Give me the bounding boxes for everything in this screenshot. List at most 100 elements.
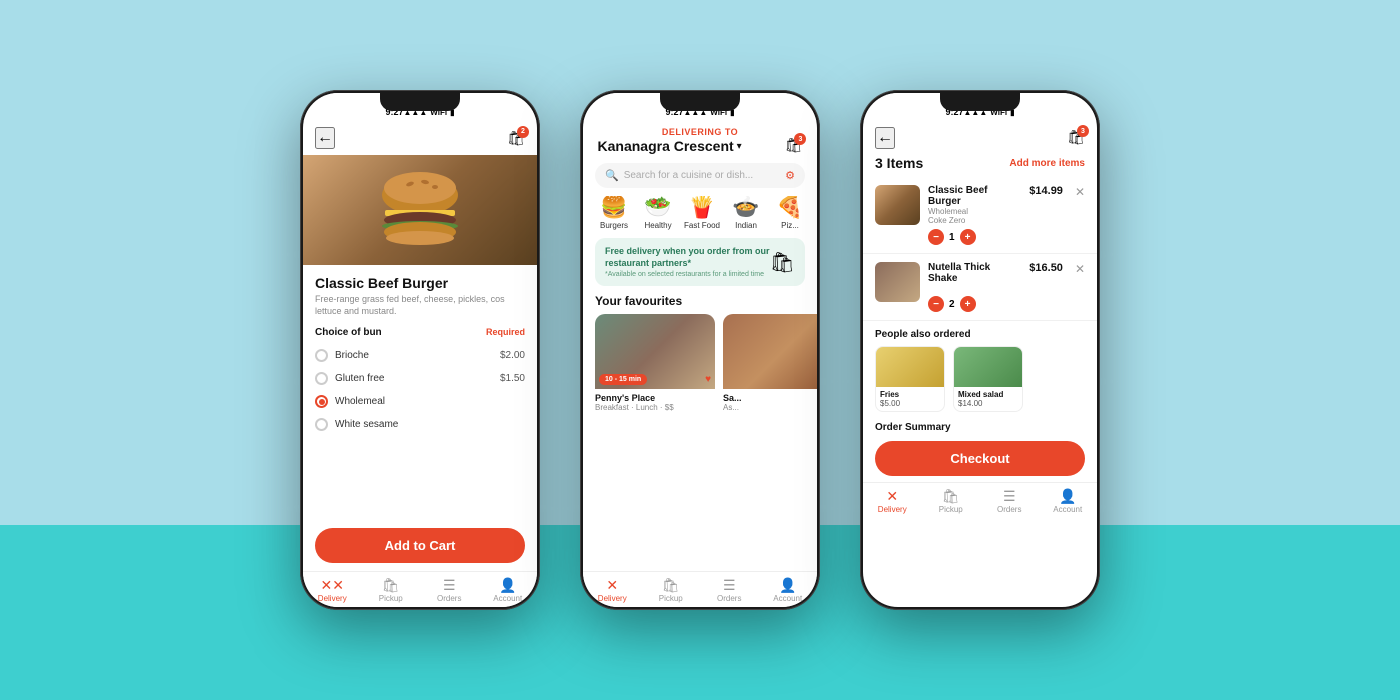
also-ordered-title: People also ordered [875, 329, 1085, 340]
search-icon: 🔍 [605, 169, 619, 182]
radio-brioche[interactable] [315, 349, 328, 362]
search-input[interactable]: Search for a cuisine or dish... [624, 170, 785, 181]
category-pizza[interactable]: 🍕 Piz... [771, 196, 809, 230]
nav-delivery-1[interactable]: ✕✕ Delivery [303, 578, 362, 603]
option-sesame[interactable]: White sesame [315, 413, 525, 436]
nav-orders-1[interactable]: ☰ Orders [420, 578, 479, 603]
burgers-label: Burgers [600, 221, 628, 230]
option-wholemeal[interactable]: Wholemeal [315, 390, 525, 413]
nav-pickup-2[interactable]: 🛍 Pickup [642, 578, 701, 603]
nav-delivery-2[interactable]: ✕ Delivery [583, 578, 642, 603]
item-name-1: Classic Beef Burger [315, 275, 525, 291]
cart-item-sub-1a: Wholemeal [928, 207, 1021, 216]
item-desc-1: Free-range grass fed beef, cheese, pickl… [315, 294, 525, 317]
search-bar[interactable]: 🔍 Search for a cuisine or dish... ⚙ [595, 163, 805, 188]
restaurant-image-2 [723, 314, 817, 389]
increase-btn-2[interactable]: + [960, 296, 976, 312]
increase-btn-1[interactable]: + [960, 229, 976, 245]
cart-item-name-1: Classic Beef Burger [928, 185, 1021, 207]
qty-2: 2 [949, 299, 955, 310]
nav-delivery-3[interactable]: ✕ Delivery [863, 489, 922, 514]
account-icon-3: 👤 [1059, 489, 1076, 503]
pizza-icon: 🍕 [776, 196, 803, 218]
cart-badge-3: 3 [1077, 125, 1089, 137]
option-price-brioche: $2.00 [500, 350, 525, 361]
nav-pickup-3[interactable]: 🛍 Pickup [922, 489, 981, 514]
nav-delivery-label-2: Delivery [598, 594, 627, 603]
nav-account-1[interactable]: 👤 Account [479, 578, 538, 603]
cart-item-price-2: $16.50 [1029, 262, 1063, 274]
radio-sesame[interactable] [315, 418, 328, 431]
radio-gluten[interactable] [315, 372, 328, 385]
back-button-3[interactable]: ← [875, 127, 895, 149]
delivery-icon-3: ✕ [886, 489, 898, 503]
option-label-sesame: White sesame [335, 419, 398, 430]
orders-icon-3: ☰ [1003, 489, 1016, 503]
nav-pickup-label-2: Pickup [659, 594, 683, 603]
fastfood-label: Fast Food [684, 221, 720, 230]
order-summary-title: Order Summary [875, 422, 1085, 433]
heart-icon-1[interactable]: ♥ [705, 374, 711, 385]
back-button-1[interactable]: ← [315, 127, 335, 149]
also-ordered-section: People also ordered Fries $5.00 Mixed sa… [863, 321, 1097, 416]
nav-account-label-2: Account [773, 594, 802, 603]
option-brioche[interactable]: Brioche $2.00 [315, 344, 525, 367]
orders-icon-1: ☰ [443, 578, 456, 592]
orders-icon-2: ☰ [723, 578, 736, 592]
time-badge-1: 10 - 15 min [599, 374, 647, 385]
nav-pickup-1[interactable]: 🛍 Pickup [362, 578, 421, 603]
pickup-icon-2: 🛍 [662, 578, 680, 592]
categories-row: 🍔 Burgers 🥗 Healthy 🍟 Fast Food 🍲 Indian… [583, 196, 817, 238]
healthy-label: Healthy [644, 221, 671, 230]
cart-button-1[interactable]: 🛍 2 [507, 130, 525, 147]
promo-bag-icon: 🛍 [770, 250, 795, 275]
decrease-btn-1[interactable]: − [928, 229, 944, 245]
location-text[interactable]: Kananagra Crescent [598, 138, 734, 154]
favourites-title: Your favourites [583, 294, 817, 314]
remove-item-1[interactable]: ✕ [1075, 185, 1085, 199]
add-to-cart-button[interactable]: Add to Cart [315, 528, 525, 563]
category-indian[interactable]: 🍲 Indian [727, 196, 765, 230]
nav-orders-2[interactable]: ☰ Orders [700, 578, 759, 603]
nav-account-label-1: Account [493, 594, 522, 603]
checkout-button[interactable]: Checkout [875, 441, 1085, 476]
cart-badge-2: 3 [794, 133, 806, 145]
delivery-icon-1: ✕✕ [321, 578, 344, 592]
remove-item-2[interactable]: ✕ [1075, 262, 1085, 276]
restaurant-card-1[interactable]: 10 - 15 min ♥ Penny's Place Breakfast · … [595, 314, 715, 571]
nav-account-label-3: Account [1053, 505, 1082, 514]
fries-image [876, 347, 945, 387]
category-healthy[interactable]: 🥗 Healthy [639, 196, 677, 230]
nav-pickup-label-3: Pickup [939, 505, 963, 514]
nav-delivery-label-1: Delivery [318, 594, 347, 603]
filter-icon[interactable]: ⚙ [785, 169, 795, 182]
items-count: 3 Items [875, 155, 923, 171]
option-label-brioche: Brioche [335, 350, 369, 361]
category-burgers[interactable]: 🍔 Burgers [595, 196, 633, 230]
nav-pickup-label-1: Pickup [379, 594, 403, 603]
add-more-link[interactable]: Add more items [1009, 158, 1085, 169]
nav-account-2[interactable]: 👤 Account [759, 578, 818, 603]
restaurant-card-2[interactable]: Sa... As... [723, 314, 817, 571]
chevron-down-icon[interactable]: ▾ [737, 141, 742, 152]
also-item-salad[interactable]: Mixed salad $14.00 [953, 346, 1023, 412]
nav-delivery-label-3: Delivery [878, 505, 907, 514]
category-fastfood[interactable]: 🍟 Fast Food [683, 196, 721, 230]
cart-item-image-shake [875, 262, 920, 302]
nav-orders-3[interactable]: ☰ Orders [980, 489, 1039, 514]
also-item-fries[interactable]: Fries $5.00 [875, 346, 945, 412]
nav-account-3[interactable]: 👤 Account [1039, 489, 1098, 514]
burgers-icon: 🍔 [600, 196, 627, 218]
salad-price: $14.00 [958, 399, 1018, 408]
restaurant-list: 10 - 15 min ♥ Penny's Place Breakfast · … [583, 314, 817, 571]
option-label-wholemeal: Wholemeal [335, 396, 385, 407]
fastfood-icon: 🍟 [688, 196, 715, 218]
option-gluten[interactable]: Gluten free $1.50 [315, 367, 525, 390]
cart-header: 3 Items Add more items [863, 155, 1097, 177]
bottom-nav-2: ✕ Delivery 🛍 Pickup ☰ Orders 👤 Account [583, 571, 817, 607]
bottom-nav-3: ✕ Delivery 🛍 Pickup ☰ Orders 👤 Account [863, 482, 1097, 518]
delivery-icon-2: ✕ [606, 578, 618, 592]
radio-wholemeal[interactable] [315, 395, 328, 408]
location-header: DELIVERING TO Kananagra Crescent ▾ 🛍 3 [583, 121, 817, 163]
decrease-btn-2[interactable]: − [928, 296, 944, 312]
